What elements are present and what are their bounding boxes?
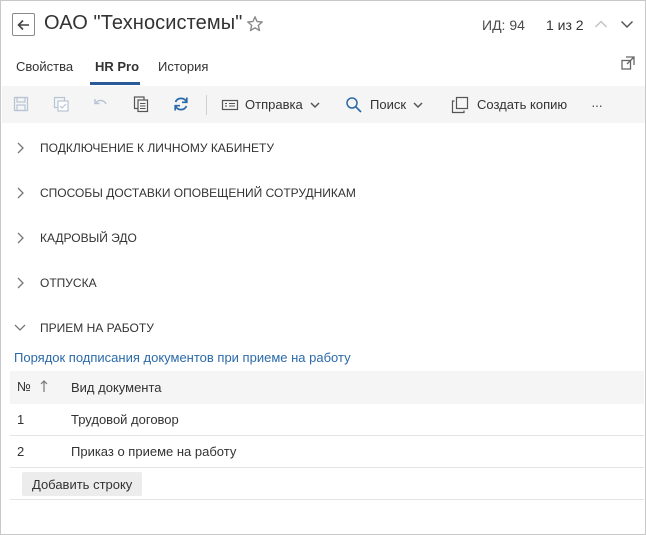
- search-menu-label: Поиск: [370, 97, 407, 112]
- chevron-right-icon: [17, 277, 24, 289]
- window: ОАО "Техносистемы" ИД: 94 1 из 2 Свойств…: [0, 0, 646, 535]
- record-id: ИД: 94: [482, 17, 525, 33]
- refresh-icon[interactable]: [172, 95, 190, 113]
- undo-icon[interactable]: [92, 95, 110, 113]
- chevron-down-icon[interactable]: [619, 16, 635, 32]
- favorite-star-icon[interactable]: [246, 15, 264, 33]
- chevron-right-icon: [17, 187, 24, 199]
- more-button[interactable]: ···: [591, 86, 603, 123]
- copy-icon[interactable]: [132, 95, 150, 113]
- section-label: ПРИЕМ НА РАБОТУ: [40, 321, 154, 335]
- tab-bar: Свойства HR Pro История: [1, 49, 645, 85]
- row-number: 1: [17, 412, 25, 427]
- section-notification-delivery[interactable]: СПОСОБЫ ДОСТАВКИ ОПОВЕЩЕНИЙ СОТРУДНИКАМ: [2, 180, 645, 206]
- column-header-number[interactable]: №: [17, 379, 31, 394]
- table-header: № Вид документа: [10, 371, 644, 404]
- arrow-left-icon: [17, 19, 29, 30]
- back-button[interactable]: [12, 13, 35, 36]
- header: ОАО "Техносистемы" ИД: 94 1 из 2: [1, 1, 645, 49]
- section-hiring[interactable]: ПРИЕМ НА РАБОТУ: [2, 315, 645, 341]
- toolbar: Отправка Поиск Создать копию ···: [2, 86, 645, 123]
- chevron-down-icon: [413, 101, 423, 108]
- search-icon: [346, 96, 362, 113]
- open-in-new-window-icon[interactable]: [620, 55, 636, 71]
- row-document-type: Приказ о приеме на работу: [71, 444, 237, 459]
- row-document-type: Трудовой договор: [71, 412, 179, 427]
- row-number: 2: [17, 444, 25, 459]
- record-pager: 1 из 2: [546, 17, 584, 33]
- save-and-close-icon[interactable]: [52, 95, 70, 113]
- chevron-right-icon: [17, 142, 24, 154]
- add-row-area: Добавить строку: [10, 468, 644, 500]
- more-icon: ···: [591, 96, 603, 113]
- send-icon: [221, 99, 239, 110]
- table-row[interactable]: 1 Трудовой договор: [10, 404, 644, 436]
- tab-properties[interactable]: Свойства: [16, 59, 73, 74]
- page-title: ОАО "Техносистемы": [44, 12, 243, 34]
- send-menu-button[interactable]: Отправка: [221, 86, 321, 123]
- toolbar-divider: [206, 95, 207, 115]
- chevron-up-icon[interactable]: [593, 16, 609, 32]
- section-label: ОТПУСКА: [40, 276, 97, 290]
- add-row-button[interactable]: Добавить строку: [22, 472, 143, 496]
- sort-ascending-icon[interactable]: [39, 379, 49, 393]
- send-menu-label: Отправка: [245, 97, 303, 112]
- section-label: СПОСОБЫ ДОСТАВКИ ОПОВЕЩЕНИЙ СОТРУДНИКАМ: [40, 186, 356, 200]
- section-label: КАДРОВЫЙ ЭДО: [40, 231, 137, 245]
- column-header-document-type[interactable]: Вид документа: [71, 380, 162, 395]
- create-copy-label: Создать копию: [477, 97, 568, 112]
- active-tab-indicator: [90, 82, 140, 85]
- signing-order-link[interactable]: Порядок подписания документов при приеме…: [14, 350, 351, 365]
- section-label: ПОДКЛЮЧЕНИЕ К ЛИЧНОМУ КАБИНЕТУ: [40, 141, 274, 155]
- tab-history[interactable]: История: [158, 59, 208, 74]
- save-icon[interactable]: [12, 95, 30, 113]
- search-menu-button[interactable]: Поиск: [345, 86, 424, 123]
- chevron-down-icon: [310, 101, 320, 108]
- section-vacations[interactable]: ОТПУСКА: [2, 270, 645, 296]
- chevron-right-icon: [17, 232, 24, 244]
- section-hr-edo[interactable]: КАДРОВЫЙ ЭДО: [2, 225, 645, 251]
- create-copy-button[interactable]: Создать копию: [451, 86, 567, 123]
- tab-hr-pro[interactable]: HR Pro: [95, 59, 139, 74]
- section-personal-cabinet[interactable]: ПОДКЛЮЧЕНИЕ К ЛИЧНОМУ КАБИНЕТУ: [2, 135, 645, 161]
- table-row[interactable]: 2 Приказ о приеме на работу: [10, 436, 644, 468]
- chevron-down-icon: [14, 324, 26, 331]
- hiring-documents-table: № Вид документа 1 Трудовой договор 2 При…: [10, 371, 644, 500]
- duplicate-icon: [451, 96, 469, 113]
